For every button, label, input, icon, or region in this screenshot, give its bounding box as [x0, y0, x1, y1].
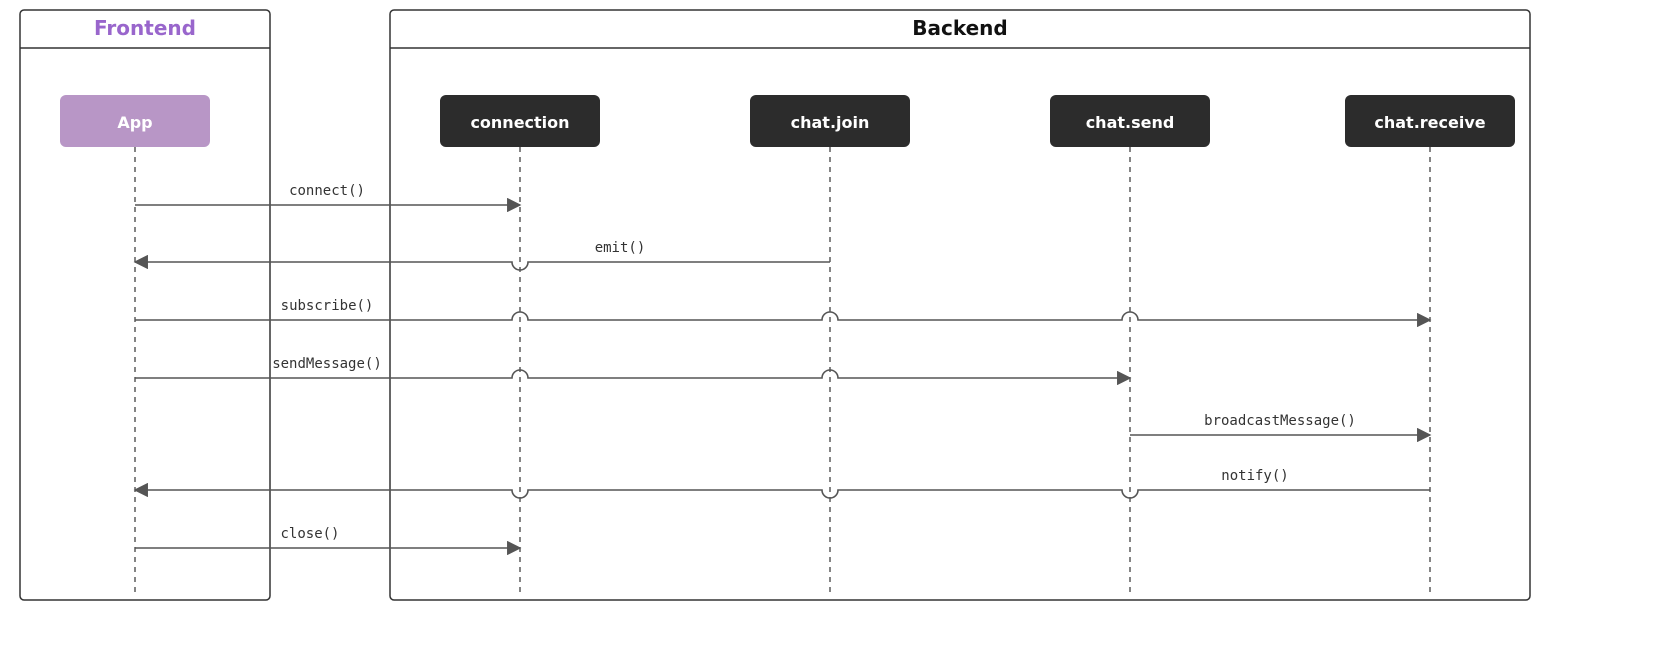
actor-chat-send-label: chat.send: [1086, 113, 1175, 132]
actor-chat-send: chat.send: [1050, 95, 1210, 595]
actor-chat-receive-label: chat.receive: [1374, 113, 1485, 132]
frontend-title: Frontend: [94, 16, 196, 40]
message-emit: emit(): [135, 240, 830, 270]
actor-chat-join-label: chat.join: [791, 113, 870, 132]
message-sendmessage: sendMessage(): [135, 356, 1130, 378]
actor-app-label: App: [117, 113, 152, 132]
message-subscribe-label: subscribe(): [281, 298, 374, 314]
backend-title: Backend: [912, 16, 1007, 40]
actor-connection-label: connection: [470, 113, 569, 132]
message-emit-label: emit(): [595, 240, 646, 256]
message-broadcast: broadcastMessage(): [1130, 413, 1430, 435]
message-close-label: close(): [280, 526, 339, 542]
actor-app: App: [60, 95, 210, 595]
message-notify: notify(): [135, 468, 1430, 498]
message-connect-label: connect(): [289, 183, 365, 199]
message-subscribe: subscribe(): [135, 298, 1430, 320]
message-broadcast-label: broadcastMessage(): [1204, 413, 1356, 429]
message-connect: connect(): [135, 183, 520, 205]
message-notify-label: notify(): [1221, 468, 1288, 484]
message-close: close(): [135, 526, 520, 548]
message-sendmessage-label: sendMessage(): [272, 356, 382, 372]
actor-chat-join: chat.join: [750, 95, 910, 595]
sequence-diagram: Frontend Backend App connection chat.joi…: [0, 0, 1659, 645]
actor-chat-receive: chat.receive: [1345, 95, 1515, 595]
actor-connection: connection: [440, 95, 600, 595]
